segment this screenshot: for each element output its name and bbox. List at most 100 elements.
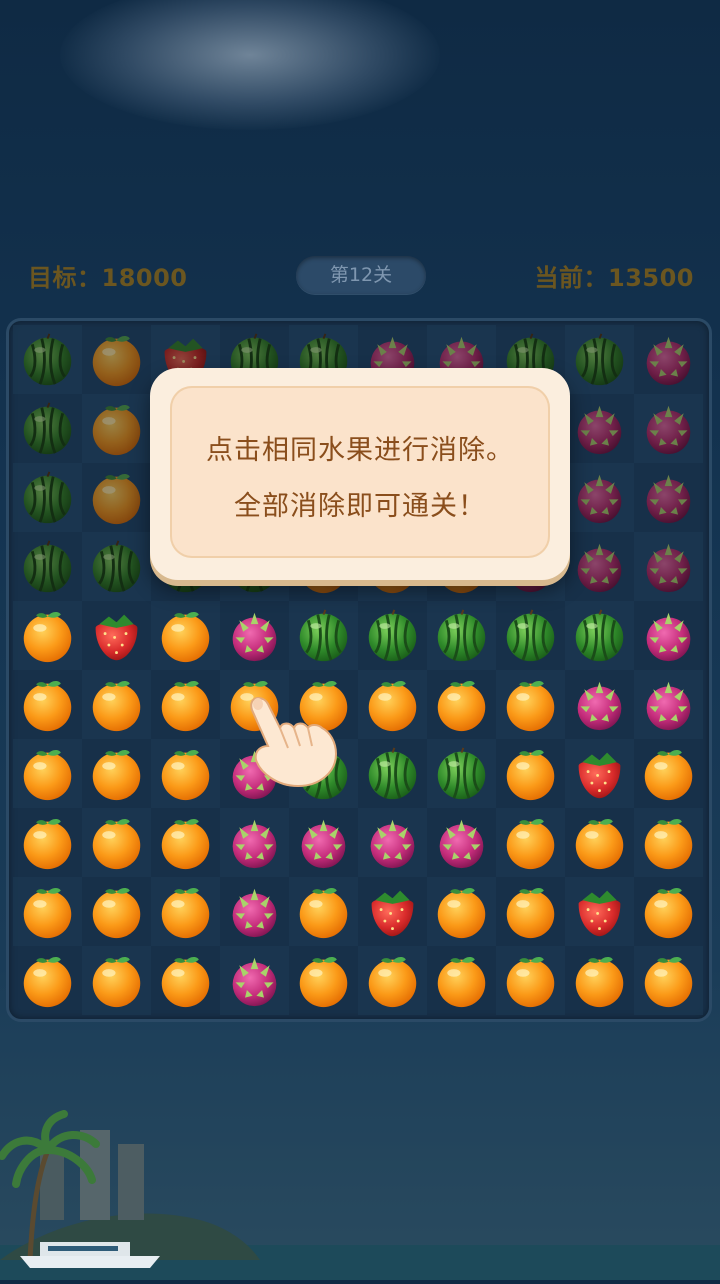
orange-icon[interactable] <box>640 883 697 940</box>
board-cell[interactable] <box>151 739 220 808</box>
orange-icon[interactable] <box>19 814 76 871</box>
board-cell[interactable] <box>496 877 565 946</box>
board-cell[interactable] <box>289 877 358 946</box>
board-cell[interactable] <box>565 532 634 601</box>
strawberry-icon[interactable] <box>364 883 421 940</box>
board-cell[interactable] <box>13 463 82 532</box>
board-cell[interactable] <box>634 808 703 877</box>
dragonfruit-icon[interactable] <box>640 607 697 664</box>
watermelon-icon[interactable] <box>433 745 490 802</box>
dragonfruit-icon[interactable] <box>640 331 697 388</box>
board-cell[interactable] <box>427 946 496 1015</box>
orange-icon[interactable] <box>502 883 559 940</box>
board-cell[interactable] <box>358 601 427 670</box>
orange-icon[interactable] <box>571 952 628 1009</box>
orange-icon[interactable] <box>88 469 145 526</box>
watermelon-icon[interactable] <box>364 607 421 664</box>
board-cell[interactable] <box>289 601 358 670</box>
watermelon-icon[interactable] <box>364 745 421 802</box>
board-cell[interactable] <box>634 670 703 739</box>
board-cell[interactable] <box>565 394 634 463</box>
orange-icon[interactable] <box>19 952 76 1009</box>
board-cell[interactable] <box>358 877 427 946</box>
dragonfruit-icon[interactable] <box>640 400 697 457</box>
board-cell[interactable] <box>82 601 151 670</box>
board-cell[interactable] <box>427 808 496 877</box>
orange-icon[interactable] <box>88 883 145 940</box>
board-cell[interactable] <box>289 946 358 1015</box>
board-cell[interactable] <box>82 739 151 808</box>
board-cell[interactable] <box>565 946 634 1015</box>
board-cell[interactable] <box>220 877 289 946</box>
dragonfruit-icon[interactable] <box>226 607 283 664</box>
orange-icon[interactable] <box>433 676 490 733</box>
board-cell[interactable] <box>220 601 289 670</box>
dragonfruit-icon[interactable] <box>433 814 490 871</box>
board-cell[interactable] <box>496 670 565 739</box>
orange-icon[interactable] <box>502 952 559 1009</box>
board-cell[interactable] <box>634 946 703 1015</box>
board-cell[interactable] <box>151 601 220 670</box>
board-cell[interactable] <box>13 532 82 601</box>
board-cell[interactable] <box>634 325 703 394</box>
board-cell[interactable] <box>82 394 151 463</box>
board-cell[interactable] <box>151 877 220 946</box>
board-cell[interactable] <box>565 463 634 532</box>
orange-icon[interactable] <box>19 676 76 733</box>
board-cell[interactable] <box>82 463 151 532</box>
board-cell[interactable] <box>358 946 427 1015</box>
dragonfruit-icon[interactable] <box>571 469 628 526</box>
orange-icon[interactable] <box>88 331 145 388</box>
dragonfruit-icon[interactable] <box>571 676 628 733</box>
board-cell[interactable] <box>82 877 151 946</box>
board-cell[interactable] <box>13 670 82 739</box>
watermelon-icon[interactable] <box>19 538 76 595</box>
dragonfruit-icon[interactable] <box>571 538 628 595</box>
board-cell[interactable] <box>13 601 82 670</box>
board-cell[interactable] <box>151 946 220 1015</box>
board-cell[interactable] <box>13 394 82 463</box>
board-cell[interactable] <box>565 739 634 808</box>
orange-icon[interactable] <box>157 883 214 940</box>
watermelon-icon[interactable] <box>433 607 490 664</box>
orange-icon[interactable] <box>19 883 76 940</box>
orange-icon[interactable] <box>88 814 145 871</box>
dragonfruit-icon[interactable] <box>640 469 697 526</box>
dragonfruit-icon[interactable] <box>226 952 283 1009</box>
board-cell[interactable] <box>151 808 220 877</box>
orange-icon[interactable] <box>364 952 421 1009</box>
board-cell[interactable] <box>496 601 565 670</box>
board-cell[interactable] <box>427 877 496 946</box>
board-cell[interactable] <box>565 670 634 739</box>
orange-icon[interactable] <box>295 883 352 940</box>
orange-icon[interactable] <box>88 676 145 733</box>
board-cell[interactable] <box>634 394 703 463</box>
dragonfruit-icon[interactable] <box>364 814 421 871</box>
board-cell[interactable] <box>496 946 565 1015</box>
orange-icon[interactable] <box>157 676 214 733</box>
orange-icon[interactable] <box>364 676 421 733</box>
orange-icon[interactable] <box>433 883 490 940</box>
board-cell[interactable] <box>358 739 427 808</box>
board-cell[interactable] <box>82 670 151 739</box>
orange-icon[interactable] <box>640 814 697 871</box>
orange-icon[interactable] <box>88 400 145 457</box>
board-cell[interactable] <box>82 946 151 1015</box>
watermelon-icon[interactable] <box>88 538 145 595</box>
dragonfruit-icon[interactable] <box>640 538 697 595</box>
board-cell[interactable] <box>151 670 220 739</box>
board-cell[interactable] <box>289 808 358 877</box>
board-cell[interactable] <box>496 808 565 877</box>
watermelon-icon[interactable] <box>295 607 352 664</box>
strawberry-icon[interactable] <box>571 883 628 940</box>
board-cell[interactable] <box>82 532 151 601</box>
board-cell[interactable] <box>82 808 151 877</box>
orange-icon[interactable] <box>157 745 214 802</box>
board-cell[interactable] <box>13 946 82 1015</box>
dragonfruit-icon[interactable] <box>226 814 283 871</box>
dragonfruit-icon[interactable] <box>640 676 697 733</box>
board-cell[interactable] <box>13 325 82 394</box>
watermelon-icon[interactable] <box>502 607 559 664</box>
watermelon-icon[interactable] <box>19 400 76 457</box>
dragonfruit-icon[interactable] <box>295 814 352 871</box>
